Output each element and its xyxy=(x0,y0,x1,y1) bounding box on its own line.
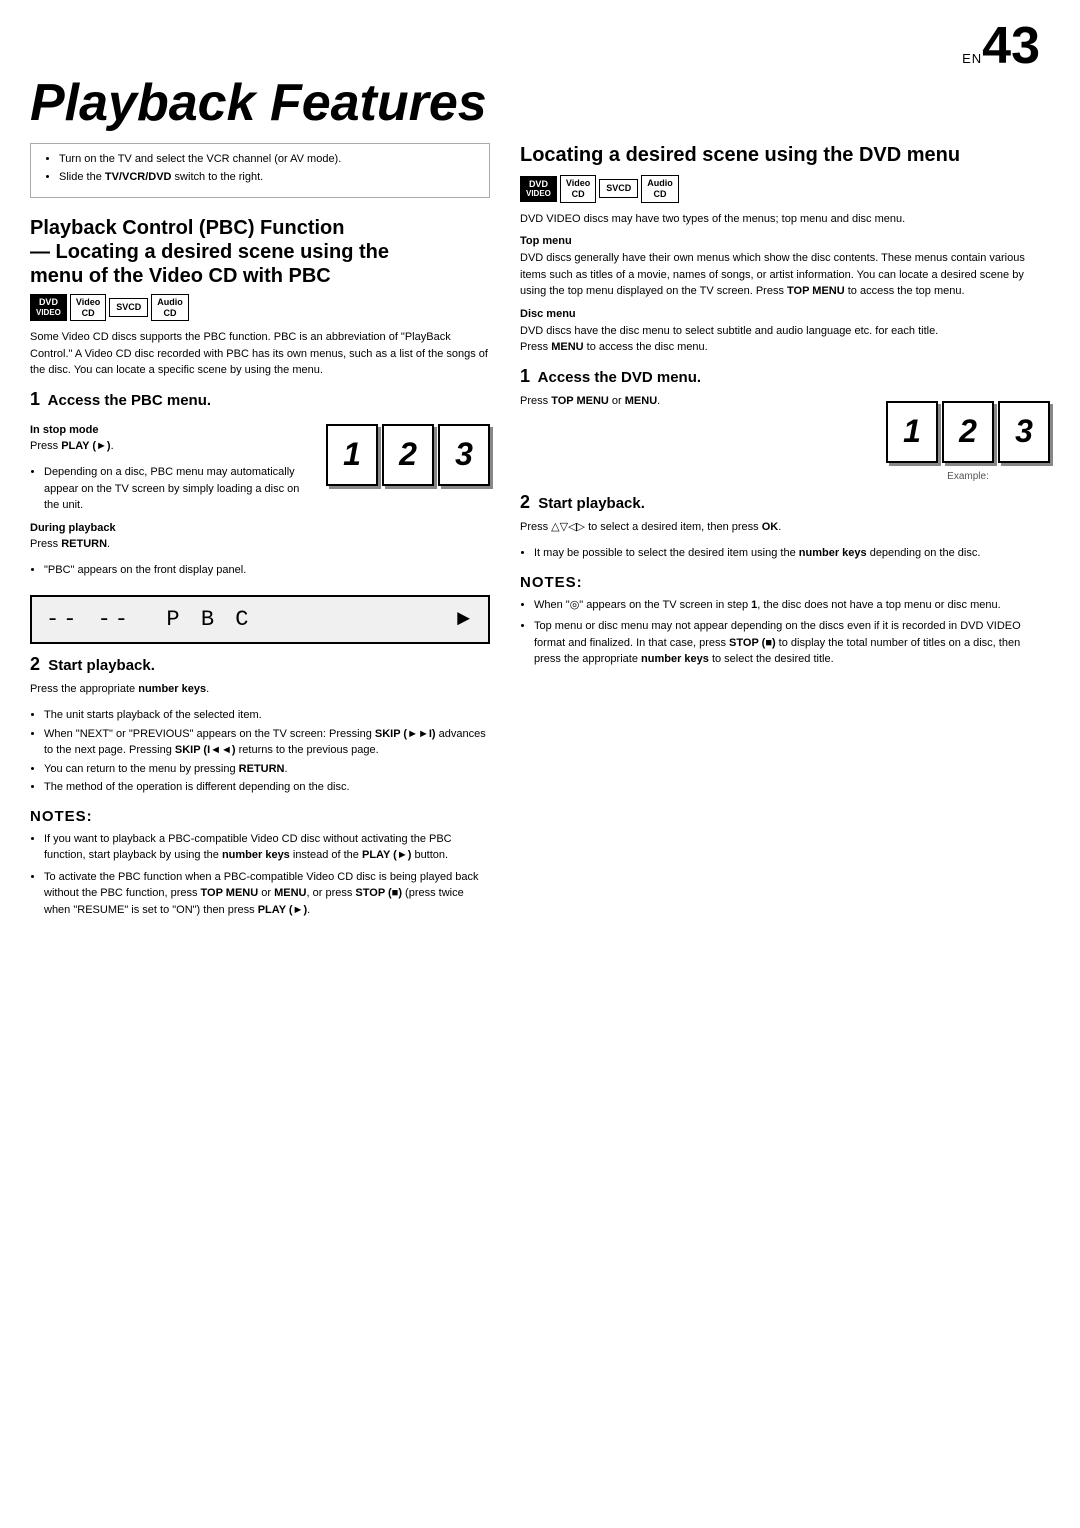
intro-bullet-2: Slide the TV/VCR/DVD switch to the right… xyxy=(59,170,477,185)
dvd-step2-bullet-1: It may be possible to select the desired… xyxy=(534,545,1050,562)
pbc-display-arrow: ► xyxy=(457,607,474,632)
dvd-notes: NOTES: When "◎" appears on the TV screen… xyxy=(520,574,1050,668)
badge-svcd-right: SVCD xyxy=(599,179,638,198)
dvd-number-cards-wrapper: 1 2 3 Example: xyxy=(886,393,1050,482)
pbc-playback-bullets: "PBC" appears on the front display panel… xyxy=(44,562,314,579)
badge-dvd-video-right: DVD VIDEO xyxy=(520,176,557,202)
top-menu-heading: Top menu xyxy=(520,235,1050,247)
pbc-step2-num: 2 xyxy=(30,654,40,674)
badge-dvd-video-left: DVD VIDEO xyxy=(30,294,67,320)
dvd-notes-title: NOTES: xyxy=(520,574,1050,591)
intro-bullet-1: Turn on the TV and select the VCR channe… xyxy=(59,152,477,167)
intro-bullet-box: Turn on the TV and select the VCR channe… xyxy=(30,143,490,198)
dvd-step2-bullets: It may be possible to select the desired… xyxy=(534,545,1050,562)
dvd-step1-num: 1 xyxy=(520,366,530,386)
top-menu-text: DVD discs generally have their own menus… xyxy=(520,250,1050,300)
dvd-intro-text: DVD VIDEO discs may have two types of th… xyxy=(520,211,1050,228)
pbc-display-panel: -- -- P B C ► xyxy=(30,595,490,644)
badge-video-cd-right: Video CD xyxy=(560,175,596,203)
pbc-playback-text: Press RETURN. xyxy=(30,536,314,553)
disc-menu-heading: Disc menu xyxy=(520,308,1050,320)
pbc-notes-list: If you want to playback a PBC-compatible… xyxy=(44,831,490,919)
dvd-step1-text: Press TOP MENU or MENU. xyxy=(520,393,874,410)
dvd-notes-list: When "◎" appears on the TV screen in ste… xyxy=(534,597,1050,668)
example-label: Example: xyxy=(886,471,1050,482)
page-title: Playback Features xyxy=(30,77,1050,129)
pbc-step2-bullet-3: You can return to the menu by pressing R… xyxy=(44,761,490,778)
en-label: EN xyxy=(962,51,982,66)
pbc-step2-bullet-4: The method of the operation is different… xyxy=(44,779,490,796)
dvd-step2-text: Press △▽◁▷ to select a desired item, the… xyxy=(520,519,1050,536)
dvd-step1-heading: 1 Access the DVD menu. xyxy=(520,366,1050,387)
pbc-playback-heading: During playback xyxy=(30,522,314,534)
dvd-number-card-3: 3 xyxy=(998,401,1050,463)
right-column: Locating a desired scene using the DVD m… xyxy=(520,143,1050,923)
pbc-stop-mode-heading: In stop mode xyxy=(30,424,314,436)
pbc-step1-num: 1 xyxy=(30,389,40,409)
pbc-step1-heading: 1 Access the PBC menu. xyxy=(30,389,490,410)
pbc-stop-mode-bullets: Depending on a disc, PBC menu may automa… xyxy=(44,464,314,514)
dvd-note-2: Top menu or disc menu may not appear dep… xyxy=(534,618,1050,668)
pbc-step2-bullet-2: When "NEXT" or "PREVIOUS" appears on the… xyxy=(44,726,490,759)
pbc-note-2: To activate the PBC function when a PBC-… xyxy=(44,869,490,919)
pbc-bullet-auto: Depending on a disc, PBC menu may automa… xyxy=(44,464,314,514)
pbc-step2-heading: 2 Start playback. xyxy=(30,654,490,675)
pbc-step2-text: Press the appropriate number keys. xyxy=(30,681,490,698)
dvd-step2-heading: 2 Start playback. xyxy=(520,492,1050,513)
dvd-number-card-1: 1 xyxy=(886,401,938,463)
pbc-notes: NOTES: If you want to playback a PBC-com… xyxy=(30,808,490,919)
right-disc-badges: DVD VIDEO Video CD SVCD Audio CD xyxy=(520,175,1050,203)
badge-svcd-left: SVCD xyxy=(109,298,148,317)
pbc-note-1: If you want to playback a PBC-compatible… xyxy=(44,831,490,864)
dvd-step1-content: Press TOP MENU or MENU. xyxy=(520,393,874,420)
page-header: EN43 xyxy=(30,20,1050,72)
pbc-step2-bullet-1: The unit starts playback of the selected… xyxy=(44,707,490,724)
pbc-number-cards: 1 2 3 xyxy=(326,416,490,494)
pbc-notes-title: NOTES: xyxy=(30,808,490,825)
pbc-bullet-display: "PBC" appears on the front display panel… xyxy=(44,562,314,579)
badge-audio-cd-right: Audio CD xyxy=(641,175,679,203)
badge-video-cd-left: Video CD xyxy=(70,294,106,322)
pbc-step2-bullets: The unit starts playback of the selected… xyxy=(44,707,490,796)
number-card-3: 3 xyxy=(438,424,490,486)
dvd-note-1: When "◎" appears on the TV screen in ste… xyxy=(534,597,1050,614)
number-card-2: 2 xyxy=(382,424,434,486)
pbc-display-text: -- -- P B C xyxy=(46,607,252,632)
page-number: 43 xyxy=(982,17,1040,75)
left-column: Turn on the TV and select the VCR channe… xyxy=(30,143,490,923)
pbc-intro-text: Some Video CD discs supports the PBC fun… xyxy=(30,329,490,379)
number-card-1: 1 xyxy=(326,424,378,486)
pbc-section-title: Playback Control (PBC) Function— Locatin… xyxy=(30,216,490,288)
badge-audio-cd-left: Audio CD xyxy=(151,294,189,322)
dvd-number-card-2: 2 xyxy=(942,401,994,463)
pbc-stop-mode-text: Press PLAY (►). xyxy=(30,438,314,455)
pbc-step1-content: In stop mode Press PLAY (►). Depending o… xyxy=(30,416,314,585)
left-disc-badges: DVD VIDEO Video CD SVCD Audio CD xyxy=(30,294,490,322)
disc-menu-text: DVD discs have the disc menu to select s… xyxy=(520,323,1050,356)
dvd-section-title: Locating a desired scene using the DVD m… xyxy=(520,143,1050,167)
dvd-number-cards: 1 2 3 xyxy=(886,401,1050,463)
dvd-step2-num: 2 xyxy=(520,492,530,512)
